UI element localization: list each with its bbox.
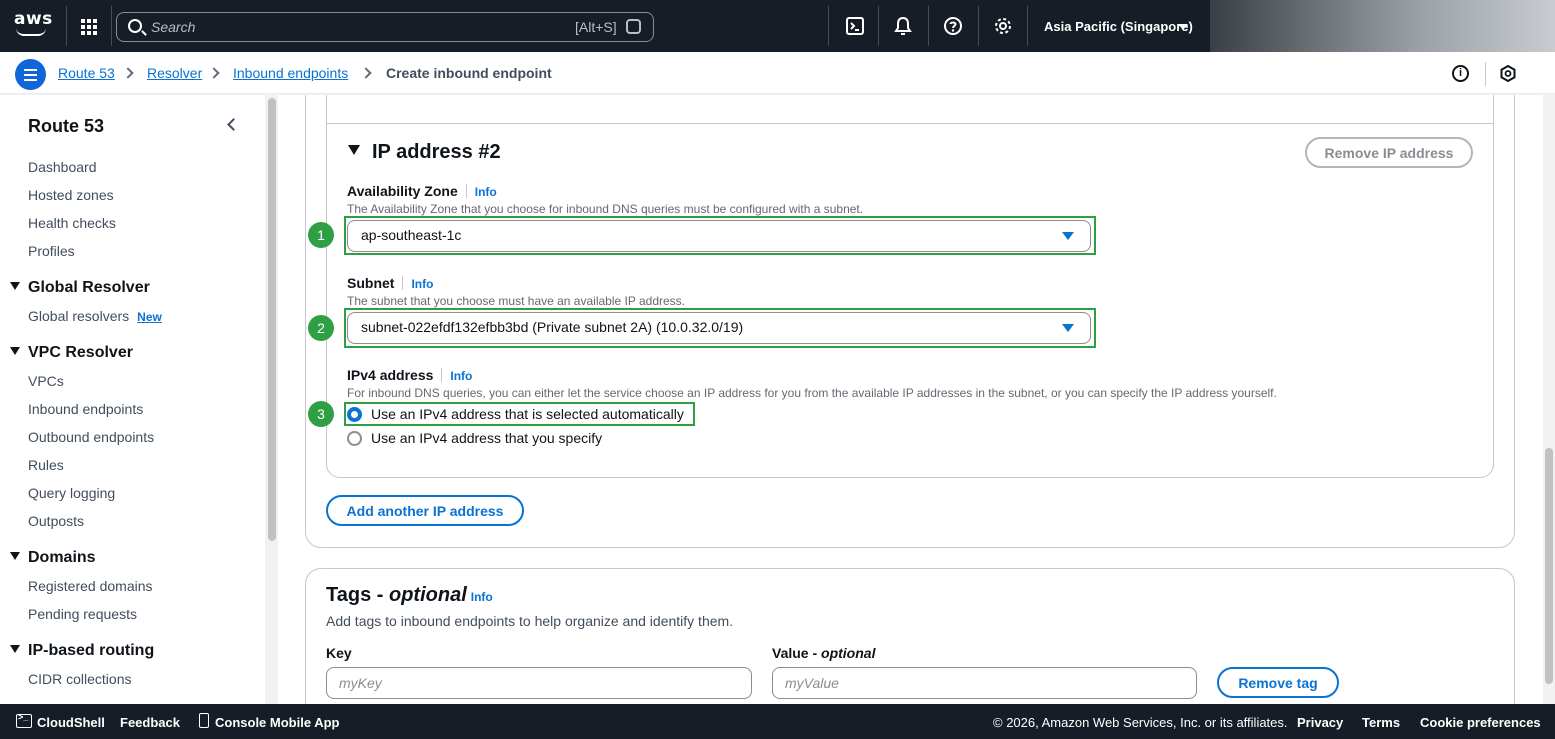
sidebar-item-pending-requests[interactable]: Pending requests [28, 606, 137, 622]
footer: CloudShell Feedback Console Mobile App ©… [0, 704, 1555, 739]
radio-selected[interactable] [347, 407, 362, 422]
subnet-info-link[interactable]: Info [411, 277, 433, 291]
ipv4-description: For inbound DNS queries, you can either … [347, 386, 1277, 400]
ipv4-manual-option[interactable]: Use an IPv4 address that you specify [347, 430, 602, 446]
gear-icon[interactable] [993, 16, 1013, 36]
sidebar-section-domains[interactable]: Domains [10, 549, 96, 567]
az-description: The Availability Zone that you choose fo… [347, 202, 864, 216]
q-hexagon-icon[interactable] [1500, 65, 1516, 82]
footer-cookie-preferences[interactable]: Cookie preferences [1420, 715, 1541, 730]
footer-terms[interactable]: Terms [1362, 715, 1400, 730]
q-hexagon-icon[interactable] [626, 19, 641, 34]
sidebar-section-vpc-resolver[interactable]: VPC Resolver [10, 344, 133, 362]
help-icon[interactable] [943, 16, 963, 36]
chevron-right-icon [360, 67, 372, 79]
ipv4-info-link[interactable]: Info [450, 369, 472, 383]
sidebar-title: Route 53 [28, 116, 105, 136]
sidebar-item-outbound-endpoints[interactable]: Outbound endpoints [28, 429, 154, 445]
subnet-select[interactable]: subnet-022efdf132efbb3bd (Private subnet… [347, 312, 1091, 344]
footer-privacy[interactable]: Privacy [1297, 715, 1343, 730]
caret-down-icon [1062, 232, 1074, 240]
breadcrumb-inbound-endpoints[interactable]: Inbound endpoints [233, 65, 348, 81]
add-ip-address-button[interactable]: Add another IP address [326, 495, 524, 526]
mobile-icon [199, 713, 209, 728]
breadcrumb-current: Create inbound endpoint [386, 65, 552, 81]
sidebar-item-global-resolvers[interactable]: Global resolvers New [28, 308, 162, 324]
collapse-icon[interactable] [227, 118, 240, 131]
tags-description: Add tags to inbound endpoints to help or… [326, 613, 734, 629]
breadcrumb-bar: Route 53 Resolver Inbound endpoints Crea… [0, 52, 1555, 94]
ip-address-heading[interactable]: IP address #2 [348, 141, 501, 164]
subnet-description: The subnet that you choose must have an … [347, 294, 685, 308]
footer-cloudshell[interactable]: CloudShell [37, 715, 105, 730]
search-icon [128, 19, 142, 33]
search-input[interactable] [151, 16, 551, 38]
sidebar-item-cidr-collections[interactable]: CIDR collections [28, 671, 131, 687]
step-badge-1: 1 [308, 222, 334, 248]
tags-title: Tags - optional Info [326, 584, 493, 606]
tags-info-link[interactable]: Info [471, 590, 493, 604]
main-scrollbar-thumb[interactable] [1545, 448, 1553, 684]
value-label: Value - optional [772, 645, 876, 661]
caret-down-icon [10, 282, 20, 290]
caret-down-icon [348, 145, 360, 155]
main-content: IP address #2 Remove IP address Availabi… [278, 95, 1543, 704]
caret-down-icon [10, 645, 20, 653]
caret-down-icon [10, 552, 20, 560]
tag-key-input[interactable] [326, 667, 752, 699]
breadcrumb-resolver[interactable]: Resolver [147, 65, 202, 81]
chevron-right-icon [208, 67, 220, 79]
menu-icon[interactable] [15, 59, 46, 90]
sidebar: Route 53 Dashboard Hosted zones Health c… [0, 95, 265, 704]
az-label: Availability Zone Info [347, 183, 497, 199]
ipv4-label: IPv4 address Info [347, 367, 473, 383]
chevron-down-icon [1178, 24, 1188, 30]
sidebar-item-health-checks[interactable]: Health checks [28, 215, 116, 231]
ipv4-auto-option[interactable]: Use an IPv4 address that is selected aut… [347, 406, 684, 422]
remove-ip-address-button[interactable]: Remove IP address [1305, 137, 1473, 168]
footer-mobile-app[interactable]: Console Mobile App [215, 715, 339, 730]
key-label: Key [326, 645, 352, 661]
caret-down-icon [10, 347, 20, 355]
sidebar-item-inbound-endpoints[interactable]: Inbound endpoints [28, 401, 143, 417]
footer-copyright: © 2026, Amazon Web Services, Inc. or its… [993, 715, 1288, 730]
region-selector[interactable]: Asia Pacific (Singapore) [1044, 19, 1193, 34]
sidebar-item-query-logging[interactable]: Query logging [28, 485, 115, 501]
sidebar-item-outposts[interactable]: Outposts [28, 513, 84, 529]
sidebar-item-profiles[interactable]: Profiles [28, 243, 75, 259]
sidebar-item-registered-domains[interactable]: Registered domains [28, 578, 153, 594]
search-shortcut: [Alt+S] [575, 19, 617, 35]
radio-unselected[interactable] [347, 431, 362, 446]
info-icon[interactable]: i [1452, 65, 1469, 82]
caret-down-icon [1062, 324, 1074, 332]
chevron-right-icon [122, 67, 134, 79]
sidebar-section-global-resolver[interactable]: Global Resolver [10, 279, 150, 297]
breadcrumb-route53[interactable]: Route 53 [58, 65, 115, 81]
cloudshell-icon[interactable] [845, 16, 865, 36]
step-badge-3: 3 [308, 401, 334, 427]
sidebar-item-hosted-zones[interactable]: Hosted zones [28, 187, 114, 203]
cloudshell-icon[interactable] [16, 712, 32, 728]
services-grid-icon[interactable] [81, 19, 97, 35]
footer-feedback[interactable]: Feedback [120, 715, 180, 730]
sidebar-item-dashboard[interactable]: Dashboard [28, 159, 97, 175]
tag-value-input[interactable] [772, 667, 1197, 699]
az-select[interactable]: ap-southeast-1c [347, 220, 1091, 252]
sidebar-item-rules[interactable]: Rules [28, 457, 64, 473]
sidebar-scrollbar-thumb[interactable] [268, 98, 276, 541]
subnet-label: Subnet Info [347, 275, 434, 291]
az-info-link[interactable]: Info [475, 185, 497, 199]
sidebar-item-vpcs[interactable]: VPCs [28, 373, 64, 389]
bell-icon[interactable] [893, 16, 913, 36]
step-badge-2: 2 [308, 315, 334, 341]
new-badge: New [137, 310, 162, 324]
aws-logo[interactable]: aws [14, 10, 52, 40]
remove-tag-button[interactable]: Remove tag [1217, 667, 1339, 698]
search-box[interactable]: [Alt+S] [116, 12, 654, 42]
sidebar-section-ip-based-routing[interactable]: IP-based routing [10, 642, 154, 660]
redacted-area [1210, 0, 1555, 52]
top-navigation: aws [Alt+S] Asia Pacific (Singapore) [0, 0, 1555, 52]
